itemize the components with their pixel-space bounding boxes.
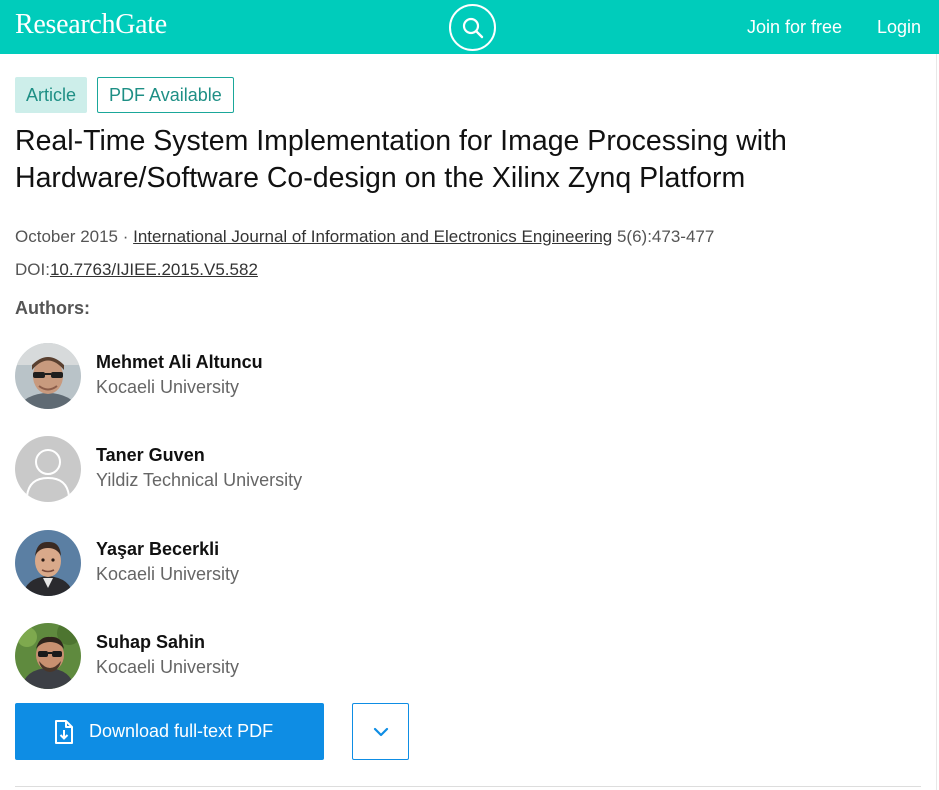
author-avatar[interactable]	[15, 343, 81, 409]
author-name[interactable]: Mehmet Ali Altuncu	[96, 352, 263, 373]
author-institution: Kocaeli University	[96, 657, 240, 677]
author-photo	[15, 530, 81, 596]
author-avatar[interactable]	[15, 623, 81, 689]
author-item[interactable]: Mehmet Ali Altuncu Kocaeli University	[15, 343, 515, 409]
author-institution: Kocaeli University	[96, 564, 240, 584]
login-link[interactable]: Login	[877, 17, 921, 38]
author-item[interactable]: Yaşar Becerkli Kocaeli University	[15, 530, 515, 596]
author-avatar[interactable]	[15, 530, 81, 596]
journal-link[interactable]: International Journal of Information and…	[133, 227, 612, 246]
author-item[interactable]: Suhap Sahin Kocaeli University	[15, 623, 515, 689]
chevron-down-icon	[373, 727, 388, 736]
author-name[interactable]: Suhap Sahin	[96, 632, 205, 653]
article-type-badge: Article	[15, 77, 88, 113]
doi-link[interactable]: 10.7763/IJIEE.2015.V5.582	[50, 260, 258, 279]
author-photo	[15, 343, 81, 409]
download-label: Download full-text PDF	[89, 721, 274, 741]
scrollbar-track	[936, 54, 937, 790]
top-navbar: ResearchGate Join for free Login	[0, 0, 939, 54]
author-institution: Yildiz Technical University	[96, 470, 303, 490]
placeholder-person-icon	[15, 436, 81, 502]
article-title: Real-Time System Implementation for Imag…	[15, 125, 787, 194]
search-button[interactable]	[449, 4, 496, 51]
meta-separator: ·	[118, 227, 134, 246]
researchgate-logo[interactable]: ResearchGate	[15, 9, 167, 41]
publication-date: October 2015	[15, 227, 119, 246]
volume-pages: 5(6):473-477	[612, 227, 715, 246]
pdf-available-badge: PDF Available	[97, 77, 234, 113]
search-icon	[462, 17, 483, 38]
section-divider	[15, 786, 921, 787]
author-photo	[15, 623, 81, 689]
join-for-free-link[interactable]: Join for free	[747, 17, 842, 38]
doi-label: DOI:	[15, 260, 50, 279]
pdf-download-icon	[53, 719, 75, 744]
author-avatar[interactable]	[15, 436, 81, 502]
author-name[interactable]: Taner Guven	[96, 445, 205, 466]
author-item[interactable]: Taner Guven Yildiz Technical University	[15, 436, 515, 502]
page: ResearchGate Join for free Login Article…	[0, 0, 939, 790]
author-institution: Kocaeli University	[96, 377, 240, 397]
publication-info: October 2015 · International Journal of …	[15, 227, 714, 247]
authors-heading: Authors:	[15, 298, 90, 318]
more-options-button[interactable]	[352, 703, 409, 760]
author-name[interactable]: Yaşar Becerkli	[96, 539, 219, 560]
doi-info: DOI:10.7763/IJIEE.2015.V5.582	[15, 260, 258, 280]
download-full-text-pdf-button[interactable]: Download full-text PDF	[15, 703, 324, 760]
